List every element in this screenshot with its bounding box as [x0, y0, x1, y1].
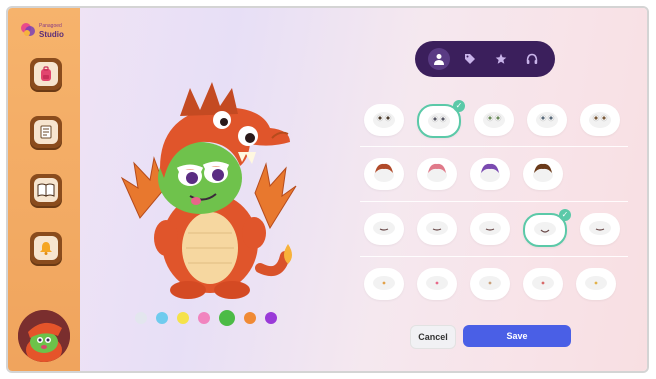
sidebar-item-notes[interactable]: [30, 116, 62, 148]
color-swatch[interactable]: [265, 312, 277, 324]
option-face-2[interactable]: [417, 268, 457, 300]
tab-audio[interactable]: [521, 48, 543, 70]
mouth-option-icon: [587, 218, 613, 241]
option-row-eyes: ✓: [364, 100, 620, 138]
dragon-character: [120, 82, 297, 299]
tag-icon: [464, 54, 475, 64]
option-mouth-4-selected[interactable]: ✓: [523, 209, 571, 247]
option-mouth-1[interactable]: [364, 213, 404, 245]
star-icon: [495, 53, 506, 64]
face-option-icon: [583, 273, 609, 296]
bell-icon: [40, 242, 52, 255]
mouth-option-icon: [371, 218, 397, 241]
sidebar-item-notifications[interactable]: [30, 232, 62, 264]
eyes-option-icon: [534, 108, 560, 133]
hair-option-icon: [530, 161, 556, 188]
hair-option-icon: [371, 161, 397, 188]
app-window: Panagoed Studio ✓ ✓ Cancel Save: [6, 6, 649, 373]
option-hair-2[interactable]: [417, 158, 457, 190]
document-icon: [40, 125, 52, 139]
color-swatches: [135, 310, 277, 326]
face-option-icon: [530, 273, 556, 296]
face-option-icon: [424, 273, 450, 296]
row-divider: [360, 201, 628, 202]
option-mouth-3[interactable]: [470, 213, 510, 245]
check-icon: ✓: [559, 209, 571, 221]
color-swatch[interactable]: [156, 312, 168, 324]
logo-title: Studio: [39, 29, 64, 39]
eyes-option-icon: [481, 108, 507, 133]
option-eyes-5[interactable]: [580, 104, 620, 136]
option-row-hair: [364, 158, 563, 190]
hair-option-icon: [424, 161, 450, 188]
sidebar-item-backpack[interactable]: [30, 58, 62, 90]
option-row-mouth: ✓: [364, 209, 620, 247]
person-icon: [433, 54, 444, 65]
check-icon: ✓: [453, 100, 465, 112]
save-button[interactable]: Save: [463, 325, 571, 347]
color-swatch[interactable]: [244, 312, 256, 324]
tab-favorites[interactable]: [490, 48, 512, 70]
tab-accessories[interactable]: [459, 48, 481, 70]
color-swatch[interactable]: [135, 312, 147, 324]
option-hair-4[interactable]: [523, 158, 563, 190]
row-divider: [360, 256, 628, 257]
avatar[interactable]: [18, 310, 70, 362]
sidebar: Panagoed Studio: [8, 8, 80, 371]
option-mouth-5[interactable]: [580, 213, 620, 245]
logo-subtitle: Panagoed: [39, 22, 62, 29]
color-swatch-selected[interactable]: [219, 310, 235, 326]
option-eyes-2-selected[interactable]: ✓: [417, 100, 465, 138]
option-mouth-2[interactable]: [417, 213, 457, 245]
eyes-option-icon: [587, 108, 613, 133]
color-swatch[interactable]: [177, 312, 189, 324]
book-icon: [37, 183, 55, 197]
option-eyes-3[interactable]: [474, 104, 514, 136]
option-face-3[interactable]: [470, 268, 510, 300]
face-option-icon: [477, 273, 503, 296]
backpack-icon: [41, 66, 51, 81]
face-option-icon: [371, 273, 397, 296]
mouth-option-icon: [532, 219, 558, 242]
headphones-icon: [526, 53, 537, 64]
option-row-face: [364, 268, 616, 300]
sidebar-item-book[interactable]: [30, 174, 62, 206]
mouth-option-icon: [424, 218, 450, 241]
category-tabs: [415, 41, 555, 77]
cancel-button[interactable]: Cancel: [410, 325, 456, 349]
option-hair-1[interactable]: [364, 158, 404, 190]
dragon-avatar-icon: [18, 310, 70, 362]
eyes-option-icon: [371, 108, 397, 133]
row-divider: [360, 146, 628, 147]
mouth-option-icon: [477, 218, 503, 241]
option-eyes-4[interactable]: [527, 104, 567, 136]
option-eyes-1[interactable]: [364, 104, 404, 136]
color-swatch[interactable]: [198, 312, 210, 324]
tab-face[interactable]: [427, 48, 450, 70]
option-face-4[interactable]: [523, 268, 563, 300]
app-logo[interactable]: Panagoed Studio: [20, 22, 64, 38]
option-hair-3[interactable]: [470, 158, 510, 190]
hair-option-icon: [477, 161, 503, 188]
option-face-5[interactable]: [576, 268, 616, 300]
logo-mark-icon: [21, 23, 35, 36]
main-panel: ✓ ✓ Cancel Save: [80, 8, 647, 371]
eyes-option-icon: [426, 109, 452, 134]
option-face-1[interactable]: [364, 268, 404, 300]
